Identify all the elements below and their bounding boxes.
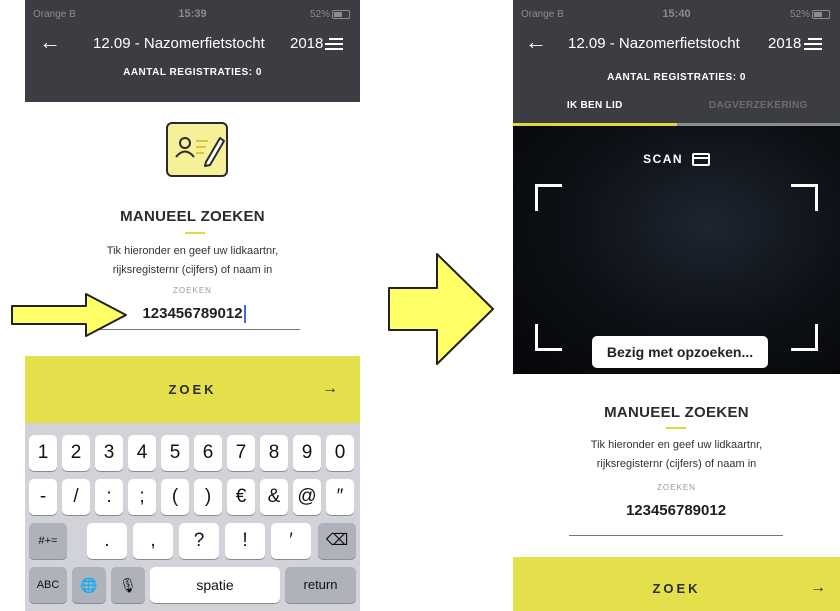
globe-icon[interactable]: 🌐 <box>72 567 106 603</box>
backspace-icon[interactable]: ⌫ <box>318 523 356 559</box>
annotation-arrow-to-input <box>11 293 127 337</box>
search-button[interactable]: ZOEK → <box>513 557 840 611</box>
help-line-2: rijksregisternr (cijfers) of naam in <box>596 458 757 470</box>
key[interactable]: 3 <box>95 435 123 471</box>
return-key[interactable]: return <box>285 567 356 603</box>
scan-frame-corner <box>791 184 818 211</box>
key[interactable]: € <box>227 479 255 515</box>
scan-frame-corner <box>535 324 562 351</box>
battery-percent: 52% <box>789 9 810 20</box>
scan-heading: SCAN <box>513 152 840 167</box>
title-underline <box>666 427 686 429</box>
key[interactable]: 6 <box>194 435 222 471</box>
text-caret <box>243 305 246 324</box>
key[interactable]: ; <box>128 479 156 515</box>
right-phone-screen: Orange B 15:40 52% ← 12.09 - Nazomerfiet… <box>513 0 840 611</box>
status-bar: Orange B 15:40 52% <box>513 0 840 22</box>
key[interactable]: @ <box>293 479 321 515</box>
key[interactable]: 4 <box>128 435 156 471</box>
search-input[interactable]: 123456789012 <box>569 502 783 536</box>
member-card-icon <box>166 122 228 177</box>
key[interactable]: & <box>260 479 288 515</box>
scan-frame-corner <box>791 324 818 351</box>
battery-indicator: 52% <box>790 9 830 20</box>
key[interactable]: : <box>95 479 123 515</box>
symbols-shift-key[interactable]: #+= <box>29 523 67 559</box>
key[interactable]: / <box>62 479 90 515</box>
search-button[interactable]: ZOEK → <box>25 356 360 423</box>
registrations-count: AANTAL REGISTRATIES: 0 <box>123 67 262 78</box>
battery-indicator: 52% <box>310 9 350 20</box>
help-text: Tik hieronder en geef uw lidkaartnr, rij… <box>513 436 840 474</box>
annotation-arrow-next-step <box>388 253 494 365</box>
event-title: 12.09 - Nazomerfietstocht <box>568 35 740 52</box>
event-title: 12.09 - Nazomerfietstocht <box>93 35 265 52</box>
abc-key[interactable]: ABC <box>29 567 67 603</box>
key[interactable]: ′ <box>271 523 311 559</box>
key[interactable]: , <box>133 523 173 559</box>
camera-scanner[interactable]: SCAN Bezig met opzoeken... <box>513 126 840 374</box>
battery-icon <box>332 9 350 19</box>
key[interactable]: 8 <box>260 435 288 471</box>
key[interactable]: . <box>87 523 127 559</box>
arrow-right-icon: → <box>322 380 338 397</box>
search-input-value: 123456789012 <box>142 305 243 322</box>
scan-label: SCAN <box>643 152 684 166</box>
registrations-count: AANTAL REGISTRATIES: 0 <box>607 72 746 83</box>
help-text: Tik hieronder en geef uw lidkaartnr, rij… <box>25 242 360 280</box>
space-key[interactable]: spatie <box>150 567 280 603</box>
key[interactable]: - <box>29 479 57 515</box>
status-bar: Orange B 15:39 52% <box>25 0 360 22</box>
tab-ik-ben-lid[interactable]: IK BEN LID <box>513 100 677 111</box>
help-line-1: Tik hieronder en geef uw lidkaartnr, <box>590 439 763 451</box>
tab-dagverzekering[interactable]: DAGVERZEKERING <box>677 100 840 111</box>
event-year: 2018 <box>290 35 324 52</box>
battery-percent: 52% <box>309 9 330 20</box>
header-bar: Orange B 15:40 52% ← 12.09 - Nazomerfiet… <box>513 0 840 126</box>
manual-search-title: MANUEEL ZOEKEN <box>604 404 749 421</box>
scan-frame-corner <box>535 184 562 211</box>
event-year: 2018 <box>768 35 802 52</box>
key[interactable]: ! <box>225 523 265 559</box>
key[interactable]: ( <box>161 479 189 515</box>
microphone-icon[interactable]: 🎙 <box>111 567 145 603</box>
lookup-status-message: Bezig met opzoeken... <box>592 336 768 368</box>
key[interactable]: ) <box>194 479 222 515</box>
help-line-1: Tik hieronder en geef uw lidkaartnr, <box>106 245 279 257</box>
battery-icon <box>812 9 830 19</box>
menu-icon[interactable] <box>804 38 822 51</box>
key[interactable]: 2 <box>62 435 90 471</box>
key[interactable]: 5 <box>161 435 189 471</box>
scan-card-icon <box>691 153 710 167</box>
manual-search-title: MANUEEL ZOEKEN <box>120 208 265 225</box>
search-button-label: ZOEK <box>652 581 701 596</box>
key[interactable]: ? <box>179 523 219 559</box>
key[interactable]: 0 <box>326 435 354 471</box>
search-input-value: 123456789012 <box>625 502 727 519</box>
key[interactable]: ″ <box>326 479 354 515</box>
help-line-2: rijksregisternr (cijfers) of naam in <box>112 264 273 276</box>
back-arrow-icon[interactable]: ← <box>525 31 547 53</box>
tab-bar: IK BEN LID DAGVERZEKERING <box>513 96 840 126</box>
key[interactable]: 9 <box>293 435 321 471</box>
search-button-label: ZOEK <box>168 382 217 397</box>
menu-icon[interactable] <box>325 38 343 51</box>
arrow-right-icon: → <box>810 579 826 596</box>
title-underline <box>185 232 205 234</box>
keyboard: 1 2 3 4 5 6 7 8 9 0 - / : ; ( ) € & @ ″ … <box>25 423 360 611</box>
key[interactable]: 1 <box>29 435 57 471</box>
search-field-label: ZOEKEN <box>657 483 696 492</box>
key[interactable]: 7 <box>227 435 255 471</box>
back-arrow-icon[interactable]: ← <box>39 31 61 53</box>
header-bar: Orange B 15:39 52% ← 12.09 - Nazomerfiet… <box>25 0 360 102</box>
